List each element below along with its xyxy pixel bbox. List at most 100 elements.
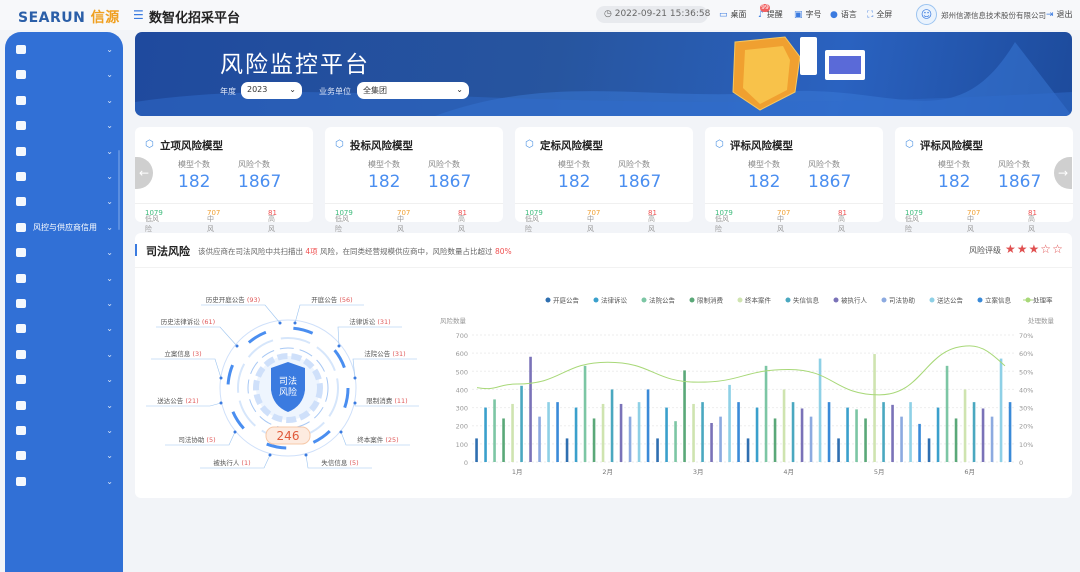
sidebar-item[interactable]: 风控与供应商信用 ⌄ [5, 215, 123, 240]
sidebar-item[interactable]: ⌄ [5, 291, 123, 316]
model-count: 182 [938, 172, 971, 192]
star-icon: ★ [1016, 242, 1029, 256]
sidebar-item[interactable]: ⌄ [5, 266, 123, 291]
chevron-down-icon: ⌄ [106, 45, 113, 54]
bar [592, 418, 596, 462]
bar [674, 421, 677, 462]
fullscreen-button[interactable]: ⛶ 全屏 [867, 9, 892, 20]
bar [782, 389, 786, 462]
model-count-label: 模型个数 [938, 160, 970, 169]
center-label: 司法 [279, 375, 297, 387]
bar [882, 402, 885, 462]
svg-text:历史开庭公告 (93): 历史开庭公告 (93) [206, 295, 260, 304]
sidebar-item[interactable]: ⌄ [5, 62, 123, 87]
bar [909, 402, 912, 462]
gear-icon [16, 426, 26, 435]
card-title: 立项风险模型 [160, 140, 223, 152]
chevron-down-icon: ⌄ [106, 324, 113, 334]
svg-text:开庭公告: 开庭公告 [553, 296, 580, 305]
font-size-button[interactable]: ▣ 字号 [794, 9, 822, 20]
sidebar-item[interactable]: ⌄ [5, 367, 123, 392]
sidebar-item[interactable]: ⌄ [5, 393, 123, 418]
sidebar-item[interactable]: ⌄ [5, 469, 123, 494]
card-title: 投标风险模型 [350, 140, 413, 152]
dashboard-icon [16, 476, 26, 486]
logout-button[interactable]: ⇥ 退出 [1046, 9, 1073, 20]
bar [583, 365, 587, 462]
y2-tick-label: 30% [1019, 405, 1033, 413]
sidebar-item[interactable]: ⌄ [5, 316, 123, 341]
bar [990, 416, 994, 462]
judicial-item: 法院公告 (31) [352, 349, 417, 380]
risk-count-label: 风险个数 [808, 160, 840, 169]
svg-text:历史法律诉讼 (61): 历史法律诉讼 (61) [161, 317, 215, 326]
cube-icon: ⬡ [525, 139, 534, 150]
sidebar-item[interactable]: ⌄ [5, 418, 123, 443]
bar [918, 423, 921, 462]
bar [628, 416, 632, 462]
desktop-button[interactable]: ▭ 桌面 [719, 9, 747, 20]
sidebar-item[interactable]: ⌄ [5, 37, 123, 62]
grid-icon [16, 45, 26, 54]
sidebar-item[interactable]: ⌄ [5, 240, 123, 265]
desktop-icon: ▭ [719, 9, 728, 20]
risk-count: 1867 [618, 172, 662, 192]
bar [864, 418, 867, 462]
bar [809, 416, 813, 462]
cube-icon: ⬡ [715, 139, 724, 150]
y-tick-label: 500 [456, 368, 468, 376]
bar [927, 438, 931, 462]
risk-count: 1867 [238, 172, 282, 192]
risk-model-card[interactable]: ⬡ 定标风险模型 模型个数 风险个数 182 1867 低风险 1079 中风险 … [515, 127, 693, 243]
sidebar-scrollbar[interactable] [118, 150, 120, 230]
svg-text:限制消费 (11): 限制消费 (11) [366, 396, 407, 405]
avatar[interactable]: ☺ [916, 4, 937, 25]
bar [547, 402, 550, 462]
y-tick-label: 600 [456, 350, 468, 358]
sidebar-item[interactable]: ⌄ [5, 342, 123, 367]
legend-item: 法律诉讼 [593, 296, 628, 305]
risk-model-card[interactable]: ⬡ 立项风险模型 模型个数 风险个数 182 1867 低风险 1079 中风险 … [135, 127, 313, 243]
bar [646, 389, 650, 462]
bar [773, 418, 777, 462]
bar [484, 407, 487, 462]
language-button[interactable]: ● 语言 [830, 9, 857, 20]
low-risk: 低风险 1079 [145, 209, 163, 233]
model-count-label: 模型个数 [748, 160, 780, 169]
menu-toggle-icon[interactable]: ☰ [133, 8, 144, 22]
star-icon: ☆ [1052, 242, 1064, 256]
unit-select[interactable]: 全集团 ⌄ [357, 82, 469, 99]
globe-icon: ● [830, 9, 838, 20]
risk-model-card[interactable]: ⬡ 投标风险模型 模型个数 风险个数 182 1867 低风险 1079 中风险 … [325, 127, 503, 243]
judicial-item: 司法协助 (5) [165, 430, 237, 446]
high-risk: 高风险 81 [458, 209, 467, 243]
svg-text:法律诉讼: 法律诉讼 [601, 296, 628, 305]
year-select[interactable]: 2023 ⌄ [241, 82, 302, 99]
company-name: 郑州信源信息技术股份有限公司 [941, 11, 1046, 20]
bar [529, 356, 532, 462]
sidebar-item[interactable]: ⌄ [5, 88, 123, 113]
bar [873, 354, 876, 462]
notification-badge: 99 [760, 4, 770, 12]
svg-text:被执行人: 被执行人 [841, 296, 868, 305]
sidebar-item[interactable]: ⌄ [5, 139, 123, 164]
chevron-down-icon: ⌄ [106, 426, 113, 435]
sidebar-item[interactable]: ⌄ [5, 443, 123, 468]
svg-text:失信信息 (5): 失信信息 (5) [321, 458, 358, 467]
sidebar-item[interactable]: ⌄ [5, 113, 123, 138]
svg-text:送达公告 (21): 送达公告 (21) [157, 396, 198, 405]
sidebar-item[interactable]: ⌄ [5, 189, 123, 214]
risk-model-card[interactable]: ⬡ 评标风险模型 模型个数 风险个数 182 1867 低风险 1079 中风险 … [895, 127, 1073, 243]
logo[interactable]: SEARUN 信源 [18, 7, 120, 27]
risk-model-card[interactable]: ⬡ 评标风险模型 模型个数 风险个数 182 1867 低风险 1079 中风险 … [705, 127, 883, 243]
model-count-label: 模型个数 [368, 160, 400, 169]
legend-item: 失信信息 [785, 296, 820, 305]
datetime-display: ◷ 2022-09-21 15:36:58 [596, 6, 710, 23]
chevron-down-icon: ⌄ [106, 197, 113, 207]
bar [746, 438, 750, 462]
bar [818, 358, 822, 462]
sidebar-item[interactable]: ⌄ [5, 164, 123, 189]
chevron-down-icon: ⌄ [106, 248, 113, 258]
lock-icon [16, 400, 26, 410]
circle-icon [16, 375, 26, 385]
